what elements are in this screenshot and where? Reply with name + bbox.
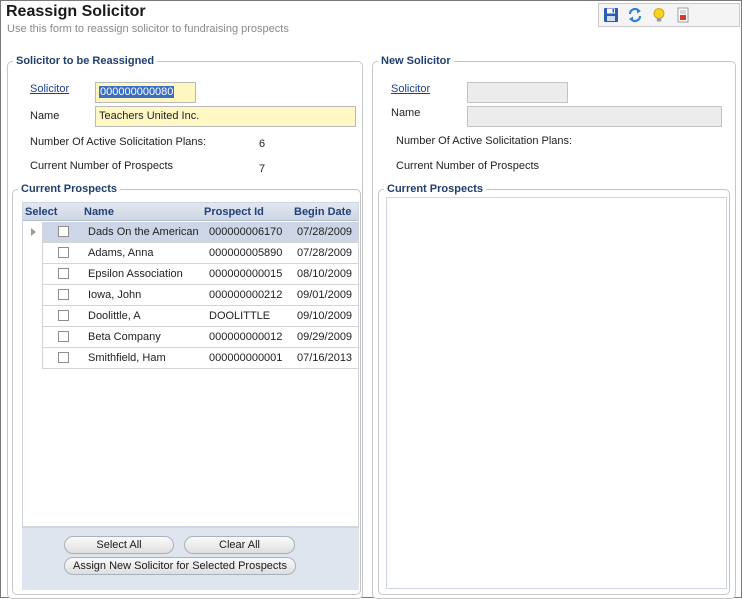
row-select-checkbox[interactable] <box>58 289 69 300</box>
row-select-checkbox[interactable] <box>58 268 69 279</box>
grid-button-bar: Select All Clear All Assign New Solicito… <box>22 527 359 590</box>
row-select-checkbox[interactable] <box>58 352 69 363</box>
column-header-prospect-id[interactable]: Prospect Id <box>204 206 264 218</box>
table-row[interactable]: Adams, Anna 000000005890 07/28/2009 <box>23 243 358 264</box>
solicitor-id-value: 000000000080 <box>99 86 175 98</box>
row-select-checkbox[interactable] <box>58 226 69 237</box>
row-select-checkbox[interactable] <box>58 310 69 321</box>
prospect-id: 000000000001 <box>209 352 283 364</box>
begin-date: 07/28/2009 <box>297 247 353 259</box>
row-cells: Iowa, John 000000000212 09/01/2009 <box>42 285 358 306</box>
solicitor-name-field[interactable]: Teachers United Inc. <box>95 106 356 127</box>
begin-date: 09/29/2009 <box>297 331 353 343</box>
row-cells: Dads On the American 000000006170 07/28/… <box>42 222 358 243</box>
prospect-name: Adams, Anna <box>88 247 154 259</box>
clear-all-button[interactable]: Clear All <box>184 536 295 554</box>
table-row[interactable]: Smithfield, Ham 000000000001 07/16/2013 <box>23 348 358 369</box>
new-name-label: Name <box>391 107 421 119</box>
name-label: Name <box>30 110 60 122</box>
prospect-name: Epsilon Association <box>88 268 183 280</box>
refresh-icon[interactable] <box>626 6 644 24</box>
prospect-id: DOOLITTLE <box>209 310 271 322</box>
row-cells: Smithfield, Ham 000000000001 07/16/2013 <box>42 348 358 369</box>
solicitor-link[interactable]: Solicitor <box>30 83 69 95</box>
prospect-name: Iowa, John <box>88 289 142 301</box>
new-prospects-grid <box>386 197 727 589</box>
group-title: Solicitor to be Reassigned <box>16 55 155 67</box>
prospect-count-value: 7 <box>259 163 266 175</box>
begin-date: 07/16/2013 <box>297 352 353 364</box>
reassign-solicitor-window: Reassign Solicitor Use this form to reas… <box>0 0 742 599</box>
table-row[interactable]: Beta Company 000000000012 09/29/2009 <box>23 327 358 348</box>
new-solicitor-id-field[interactable] <box>467 82 568 103</box>
row-cells: Beta Company 000000000012 09/29/2009 <box>42 327 358 348</box>
grid-header: Select Name Prospect Id Begin Date <box>23 203 358 221</box>
select-all-button[interactable]: Select All <box>64 536 174 554</box>
begin-date: 07/28/2009 <box>297 226 353 238</box>
begin-date: 09/01/2009 <box>297 289 353 301</box>
row-cells: Epsilon Association 000000000015 08/10/2… <box>42 264 358 285</box>
begin-date: 09/10/2009 <box>297 310 353 322</box>
begin-date: 08/10/2009 <box>297 268 353 280</box>
prospects-grid: Select Name Prospect Id Begin Date Dads … <box>22 202 359 527</box>
group-title: Current Prospects <box>387 183 483 195</box>
lightbulb-icon[interactable] <box>650 6 668 24</box>
row-indicator-icon <box>31 228 36 236</box>
prospect-name: Beta Company <box>88 331 161 343</box>
active-plans-label: Number Of Active Solicitation Plans: <box>30 136 207 148</box>
active-plans-value: 6 <box>259 138 266 150</box>
solicitor-id-field[interactable]: 000000000080 <box>95 82 196 103</box>
prospect-count-label: Current Number of Prospects <box>30 160 174 172</box>
prospect-name: Dads On the American <box>88 226 199 238</box>
assign-new-solicitor-button[interactable]: Assign New Solicitor for Selected Prospe… <box>64 557 296 575</box>
new-active-plans-label: Number Of Active Solicitation Plans: <box>396 135 573 147</box>
report-icon[interactable] <box>674 6 692 24</box>
prospect-id: 000000000012 <box>209 331 283 343</box>
prospect-id: 000000005890 <box>209 247 283 259</box>
page-subtitle: Use this form to reassign solicitor to f… <box>7 23 289 35</box>
toolbar <box>598 3 740 27</box>
prospect-name: Doolittle, A <box>88 310 141 322</box>
column-header-select[interactable]: Select <box>25 206 57 218</box>
prospect-id: 000000000015 <box>209 268 283 280</box>
new-solicitor-link[interactable]: Solicitor <box>391 83 430 95</box>
new-solicitor-name-field[interactable] <box>467 106 722 127</box>
prospect-id: 000000006170 <box>209 226 283 238</box>
table-row[interactable]: Iowa, John 000000000212 09/01/2009 <box>23 285 358 306</box>
group-title: New Solicitor <box>381 55 451 67</box>
table-row[interactable]: Dads On the American 000000006170 07/28/… <box>23 222 358 243</box>
table-row[interactable]: Epsilon Association 000000000015 08/10/2… <box>23 264 358 285</box>
save-icon[interactable] <box>602 6 620 24</box>
column-header-begin-date[interactable]: Begin Date <box>294 206 351 218</box>
row-select-checkbox[interactable] <box>58 247 69 258</box>
row-cells: Adams, Anna 000000005890 07/28/2009 <box>42 243 358 264</box>
prospect-id: 000000000212 <box>209 289 283 301</box>
page-title: Reassign Solicitor <box>6 3 146 20</box>
table-row[interactable]: Doolittle, A DOOLITTLE 09/10/2009 <box>23 306 358 327</box>
column-header-name[interactable]: Name <box>84 206 114 218</box>
new-prospect-count-label: Current Number of Prospects <box>396 160 540 172</box>
row-select-checkbox[interactable] <box>58 331 69 342</box>
prospect-name: Smithfield, Ham <box>88 352 166 364</box>
row-cells: Doolittle, A DOOLITTLE 09/10/2009 <box>42 306 358 327</box>
group-title: Current Prospects <box>21 183 117 195</box>
